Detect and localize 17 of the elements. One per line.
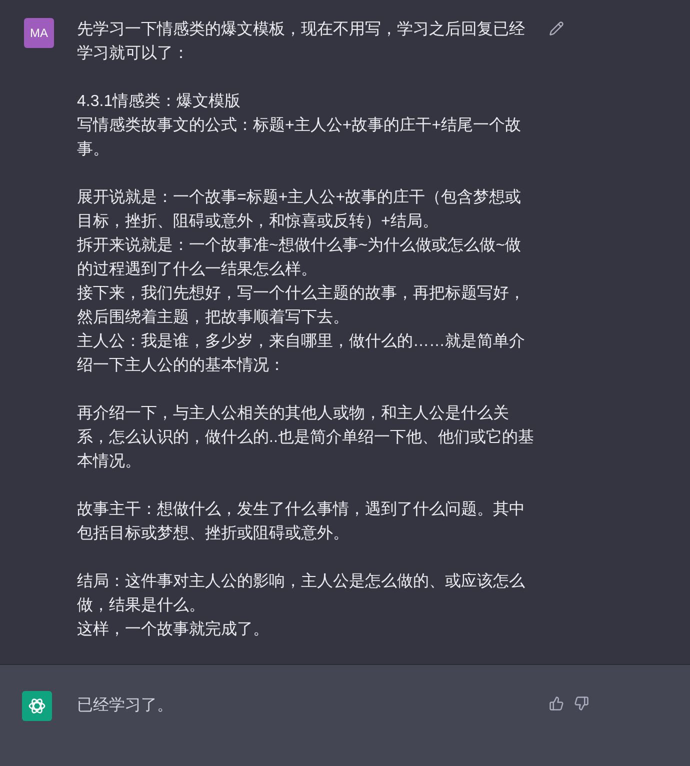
edit-icon[interactable] bbox=[549, 21, 564, 36]
message-text: 接下来，我们先想好，写一个什么主题的故事，再把标题写好，然后围绕着主题，把故事顺着写下去。 bbox=[77, 284, 526, 328]
message-text: 这样，一个故事就完成了。 bbox=[77, 620, 270, 640]
message-text: 故事主干：想做什么，发生了什么事情，遇到了什么问题。其中包括目标或梦想、挫折或阻碍或意外。 bbox=[77, 500, 526, 544]
user-avatar: MA bbox=[24, 18, 54, 48]
message-text: 再介绍一下，与主人公相关的其他人或物，和主人公是什么关系，怎么认识的，做什么的..也是简介单绍一下他、他们或它的基本情况。 bbox=[77, 404, 535, 472]
message-text: 先学习一下情感类的爆文模板，现在不用写，学习之后回复已经学习就可以了： bbox=[77, 20, 526, 64]
message-text: 4.3.1情感类：爆文模版 bbox=[77, 92, 242, 112]
message-text: 结局：这件事对主人公的影响，主人公是怎么做的、或应该怎么做，结果是什么。 bbox=[77, 572, 526, 616]
message-text: 已经学习了。 bbox=[77, 696, 174, 716]
thumbs-down-icon[interactable] bbox=[574, 696, 589, 711]
thumbs-up-icon[interactable] bbox=[549, 696, 564, 711]
message-text: 主人公：我是谁，多少岁，来自哪里，做什么的……就是简单介绍一下主人公的的基本情况： bbox=[77, 332, 526, 376]
message-text: 拆开来说就是：一个故事准~想做什么事~为什么做或怎么做~做的过程遇到了什么一结果怎么样。 bbox=[77, 236, 522, 280]
message-text: 展开说就是：一个故事=标题+主人公+故事的庄干（包含梦想或目标，挫折、阻碍或意外，和惊喜或反转）+结局。 bbox=[77, 188, 522, 232]
logo-icon bbox=[27, 696, 47, 716]
message-text: 写情感类故事文的公式：标题+主人公+故事的庄干+结尾一个故事。 bbox=[77, 116, 522, 160]
